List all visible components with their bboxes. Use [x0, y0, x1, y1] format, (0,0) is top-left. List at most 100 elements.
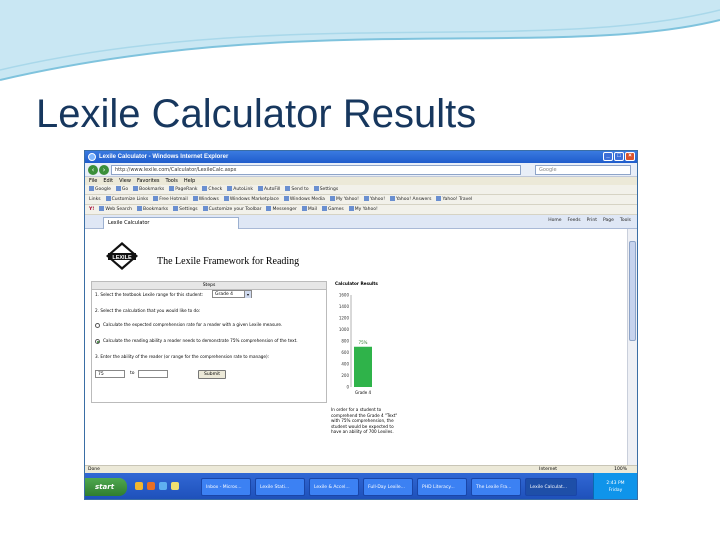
status-text: Done [88, 467, 100, 472]
tab-bar: Lexile Calculator Home Feeds Print Page … [85, 215, 637, 229]
toolbar-item[interactable]: PageRank [169, 185, 197, 194]
toolbar-item[interactable]: My Yahoo! [329, 195, 359, 204]
toolbar-item[interactable]: Yahoo! [363, 195, 385, 204]
taskbar: start Inbox - Micros... Lexile Stati... … [85, 473, 637, 499]
menu-view[interactable]: View [119, 177, 131, 185]
toolbar-item[interactable]: Yahoo! Answers [390, 195, 431, 204]
grade-select[interactable]: Grade 4 ▾ [212, 290, 252, 298]
toolbar-item: Links [89, 197, 101, 202]
search-input[interactable]: Google [535, 165, 631, 175]
toolbar-item[interactable]: Send to [285, 185, 309, 194]
toolbar-item[interactable]: Web Search [99, 205, 132, 214]
toolbar-item[interactable]: Free Hotmail [153, 195, 188, 204]
toolbar-item[interactable]: Check [202, 185, 222, 194]
task-button[interactable]: Full-Day Lexile... [363, 478, 413, 496]
step-1-label: 1. Select the textbook Lexile range for … [95, 292, 204, 297]
framework-title: The Lexile Framework for Reading [157, 256, 300, 267]
y-tick-label: 800 [341, 339, 349, 344]
y-tick-label: 1000 [339, 327, 350, 332]
option-2-label: Calculate the reading ability a reader n… [103, 338, 298, 343]
result-text: In order for a student to comprehend the… [331, 407, 398, 434]
page-scrollbar[interactable] [627, 229, 637, 465]
task-button[interactable]: Inbox - Micros... [201, 478, 251, 496]
toolbar-item[interactable]: Windows Marketplace [223, 195, 279, 204]
home-button[interactable]: Home [548, 218, 561, 223]
toolbar-item[interactable]: Customize Links [105, 195, 148, 204]
to-input[interactable] [138, 370, 168, 378]
menu-favorites[interactable]: Favorites [137, 177, 160, 185]
menu-bar: File Edit View Favorites Tools Help [85, 177, 637, 185]
option-reading-ability[interactable]: Calculate the reading ability a reader n… [95, 338, 298, 344]
back-icon[interactable]: ‹ [88, 165, 98, 175]
task-button[interactable]: Lexile Stati... [255, 478, 305, 496]
from-input[interactable]: 75 [95, 370, 125, 378]
toolbar-item[interactable]: Mail [301, 205, 317, 214]
start-button[interactable]: start [85, 478, 127, 496]
google-toolbar: Google Go Bookmarks PageRank Check AutoL… [85, 185, 637, 195]
window-controls: _ □ × [603, 152, 635, 161]
bar-data-label: 75% [359, 340, 368, 345]
close-icon[interactable]: × [625, 152, 635, 161]
y-tick-label: 600 [341, 350, 349, 355]
submit-button[interactable]: Submit [198, 370, 226, 379]
toolbar-item[interactable]: Settings [173, 205, 198, 214]
y-tick-label: 0 [346, 385, 349, 390]
browser-screenshot: Lexile Calculator - Windows Internet Exp… [84, 150, 638, 500]
menu-help[interactable]: Help [184, 177, 195, 185]
toolbar-item[interactable]: Bookmarks [133, 185, 164, 194]
window-titlebar: Lexile Calculator - Windows Internet Exp… [85, 151, 637, 163]
toolbar-item[interactable]: AutoFill [257, 185, 280, 194]
quicklaunch-icon[interactable] [171, 482, 179, 490]
feeds-button[interactable]: Feeds [568, 218, 581, 223]
maximize-icon[interactable]: □ [614, 152, 624, 161]
forward-icon[interactable]: › [99, 165, 109, 175]
yahoo-logo-icon: Y! [89, 207, 95, 212]
tools-menu[interactable]: Tools [620, 218, 631, 223]
toolbar-item[interactable]: Settings [313, 185, 338, 194]
steps-header: Steps [92, 282, 326, 290]
page-menu[interactable]: Page [603, 218, 614, 223]
radio-reading-ability[interactable] [95, 338, 100, 344]
svg-text:LEXILE: LEXILE [112, 255, 132, 261]
y-tick-label: 1400 [339, 304, 350, 309]
chart-bar [354, 346, 372, 387]
option-comprehension-rate[interactable]: Calculate the expected comprehension rat… [95, 322, 282, 328]
address-bar[interactable]: http://www.lexile.com/Calculator/LexileC… [111, 165, 521, 175]
task-button[interactable]: PHD Literacy... [417, 478, 467, 496]
minimize-icon[interactable]: _ [603, 152, 613, 161]
status-bar: Done Internet 100% [85, 465, 637, 473]
menu-tools[interactable]: Tools [166, 177, 178, 185]
to-label: to [130, 371, 135, 376]
y-tick-label: 400 [341, 362, 349, 367]
scrollbar-thumb[interactable] [629, 241, 636, 341]
toolbar-item[interactable]: Go [115, 185, 128, 194]
toolbar-item[interactable]: Bookmarks [137, 205, 168, 214]
radio-comprehension-rate[interactable] [95, 322, 100, 328]
task-button-active[interactable]: Lexile Calculat... [525, 478, 577, 496]
toolbar-item[interactable]: Google [89, 185, 111, 194]
toolbar-item[interactable]: My Yahoo! [348, 205, 378, 214]
lexile-logo: LEXILE [106, 242, 138, 270]
toolbar-item[interactable]: Games [322, 205, 344, 214]
command-bar: Home Feeds Print Page Tools [548, 218, 631, 223]
toolbar-item[interactable]: Yahoo! Travel [436, 195, 472, 204]
slide-title: Lexile Calculator Results [36, 92, 477, 136]
menu-file[interactable]: File [89, 177, 97, 185]
toolbar-item[interactable]: Windows [192, 195, 219, 204]
quicklaunch-icon[interactable] [147, 482, 155, 490]
tab-lexile-calculator[interactable]: Lexile Calculator [103, 217, 239, 229]
toolbar-item[interactable]: AutoLink [227, 185, 253, 194]
quicklaunch-icon[interactable] [135, 482, 143, 490]
toolbar-item[interactable]: Customize your Toolbar [202, 205, 261, 214]
task-button[interactable]: The Lexile Fra... [471, 478, 521, 496]
menu-edit[interactable]: Edit [103, 177, 113, 185]
task-button[interactable]: Lexile & Accel... [309, 478, 359, 496]
toolbar-item[interactable]: Messenger [266, 205, 297, 214]
y-tick-label: 1600 [339, 293, 350, 298]
steps-panel: Steps 1. Select the textbook Lexile rang… [91, 281, 327, 403]
quicklaunch-icon[interactable] [159, 482, 167, 490]
option-1-label: Calculate the expected comprehension rat… [103, 322, 283, 327]
x-category-label: Grade 4 [355, 390, 371, 395]
print-button[interactable]: Print [587, 218, 597, 223]
toolbar-item[interactable]: Windows Media [283, 195, 325, 204]
